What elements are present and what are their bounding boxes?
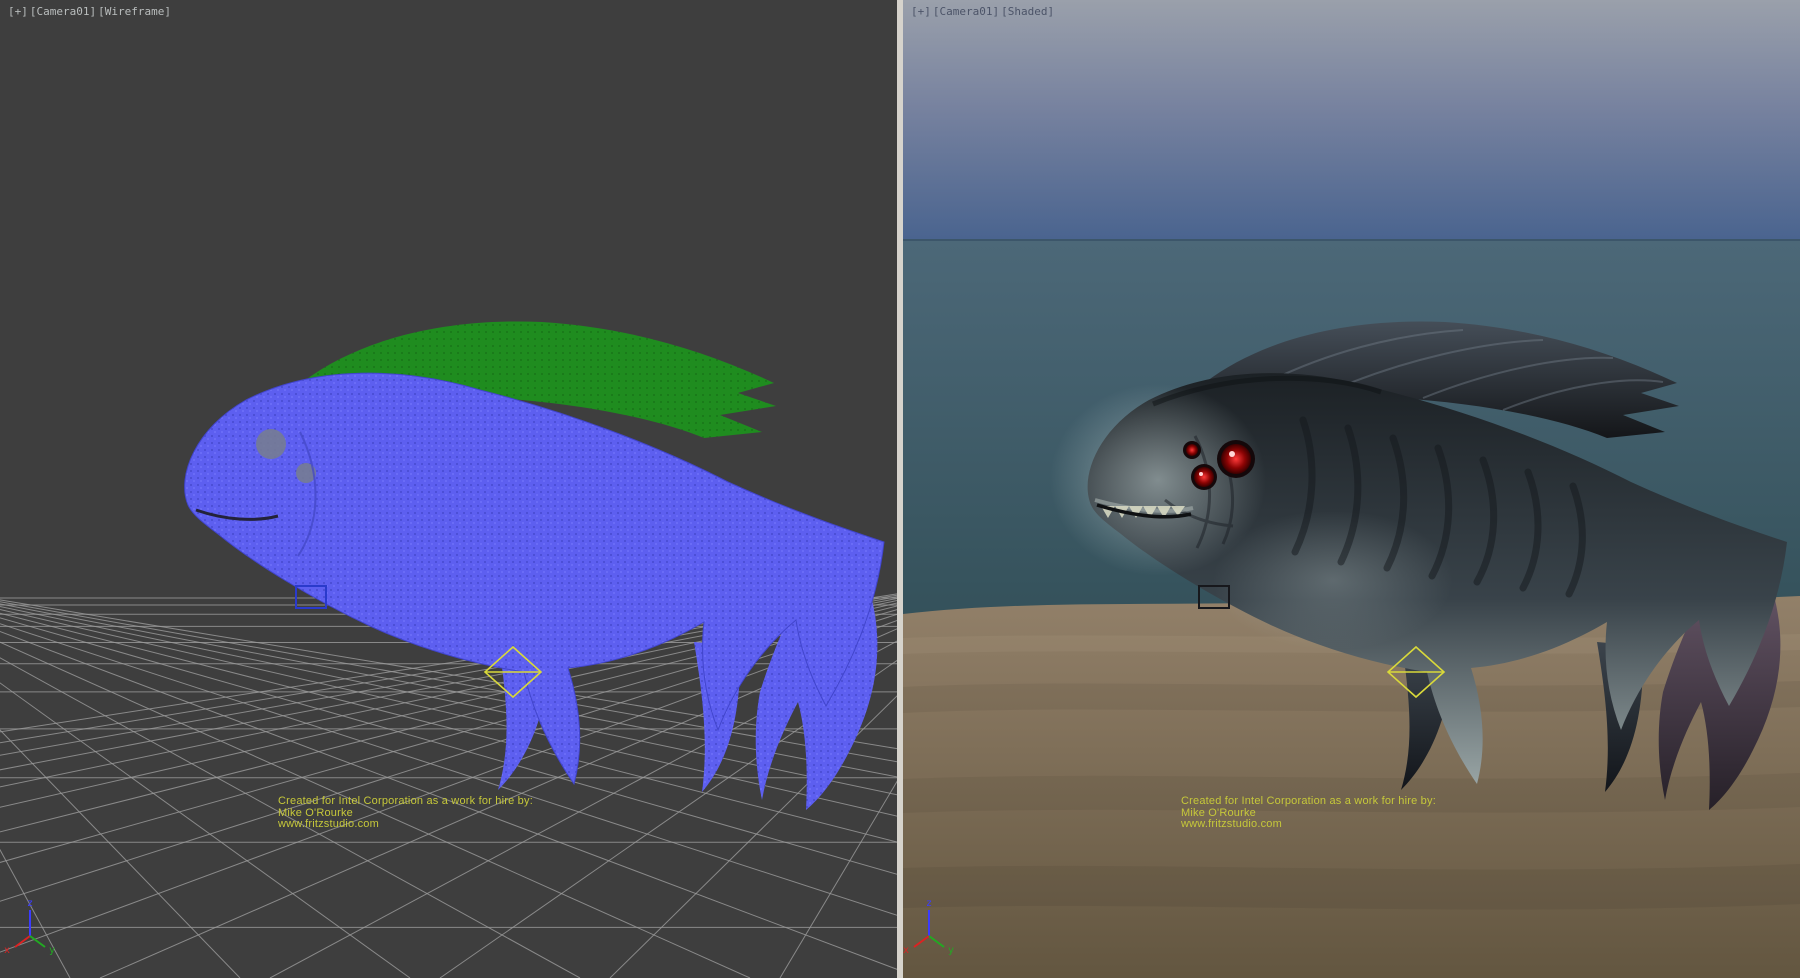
fish-eye-red [1221, 444, 1251, 474]
viewport-wireframe[interactable]: z x y [+] [Camera01] [Wireframe] Created… [0, 0, 897, 978]
axis-x-label: x [4, 945, 10, 956]
viewport-workspace: z x y [+] [Camera01] [Wireframe] Created… [0, 0, 1800, 978]
viewport-menu-shading[interactable]: [Wireframe] [98, 5, 171, 18]
watermark-line-3: www.fritzstudio.com [278, 819, 533, 831]
viewport-menu-pov[interactable]: [Camera01] [933, 5, 999, 18]
wireframe-scene: z x y [0, 0, 897, 978]
viewport-menu-general[interactable]: [+] [8, 5, 28, 18]
eye-specular [1229, 451, 1235, 457]
axis-x-label: x [903, 945, 909, 956]
shaded-scene: z x y [903, 0, 1800, 978]
ground-shading [903, 884, 1800, 890]
axis-z-label: z [926, 898, 932, 909]
watermark-text: Created for Intel Corporation as a work … [278, 796, 533, 831]
viewport-menu-general[interactable]: [+] [911, 5, 931, 18]
fish-eye-red [1194, 467, 1214, 487]
viewport-menu-shading[interactable]: [Shaded] [1001, 5, 1054, 18]
fish-eye-red [1186, 444, 1198, 456]
sky [903, 0, 1800, 239]
viewport-label: [+] [Camera01] [Wireframe] [8, 5, 171, 18]
watermark-line-1: Created for Intel Corporation as a work … [1181, 796, 1436, 808]
axis-z-label: z [27, 898, 33, 909]
viewport-shaded[interactable]: z x y [+] [Camera01] [Shaded] Created fo… [903, 0, 1800, 978]
fish-eye [256, 429, 286, 459]
viewport-label: [+] [Camera01] [Shaded] [911, 5, 1054, 18]
watermark-text: Created for Intel Corporation as a work … [1181, 796, 1436, 831]
watermark-line-1: Created for Intel Corporation as a work … [278, 796, 533, 808]
page: { "viewports": [ { "id": "wireframe", "m… [0, 0, 1800, 978]
watermark-line-3: www.fritzstudio.com [1181, 819, 1436, 831]
eye-specular [1199, 472, 1203, 476]
axis-y-label: y [948, 945, 954, 956]
belly-highlight [1213, 510, 1453, 650]
horizon-line [903, 239, 1800, 241]
axis-y-label: y [49, 945, 55, 956]
viewport-menu-pov[interactable]: [Camera01] [30, 5, 96, 18]
